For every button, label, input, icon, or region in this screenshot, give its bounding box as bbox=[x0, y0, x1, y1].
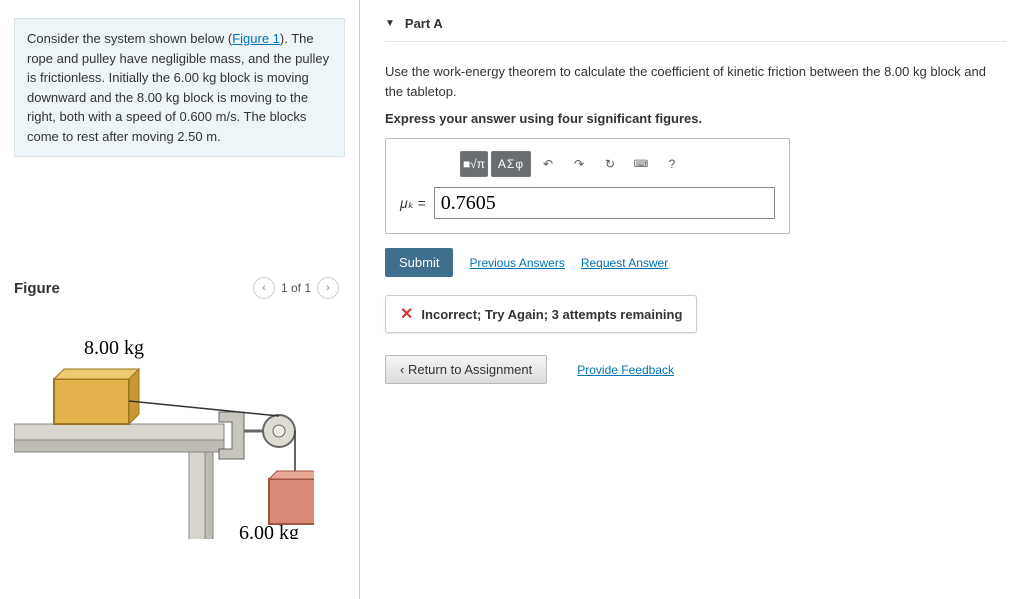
previous-answers-link[interactable]: Previous Answers bbox=[469, 256, 564, 270]
part-label: Part A bbox=[405, 16, 443, 31]
toolbar-greek-button[interactable]: ΑΣφ bbox=[491, 151, 531, 177]
figure-pager-text: 1 of 1 bbox=[281, 281, 311, 295]
toolbar-templates-button[interactable]: ■√π bbox=[460, 151, 488, 177]
answer-input[interactable] bbox=[434, 187, 775, 219]
problem-text-after: ). The rope and pulley have negligible m… bbox=[27, 31, 329, 144]
answer-variable-label: μₖ = bbox=[400, 195, 426, 212]
toolbar-keyboard-button[interactable]: ⌨ bbox=[627, 151, 655, 177]
answer-box: ■√π ΑΣφ ↶ ↷ ↻ ⌨ ? μₖ = bbox=[385, 138, 790, 234]
toolbar-reset-button[interactable]: ↻ bbox=[596, 151, 624, 177]
part-collapse-caret[interactable]: ▼ bbox=[385, 18, 395, 29]
problem-statement: Consider the system shown below (Figure … bbox=[14, 18, 345, 157]
figure-link[interactable]: Figure 1 bbox=[232, 31, 280, 46]
figure-prev-button[interactable]: ‹ bbox=[253, 277, 275, 299]
toolbar-help-button[interactable]: ? bbox=[658, 151, 686, 177]
feedback-box: ✕ Incorrect; Try Again; 3 attempts remai… bbox=[385, 295, 697, 333]
return-label: Return to Assignment bbox=[408, 362, 532, 377]
instruction-text: Express your answer using four significa… bbox=[385, 111, 1006, 126]
figure-next-button[interactable]: › bbox=[317, 277, 339, 299]
problem-text-before: Consider the system shown below ( bbox=[27, 31, 232, 46]
mass-top-label: 8.00 kg bbox=[84, 337, 144, 359]
mass-hanging-label: 6.00 kg bbox=[239, 522, 299, 539]
feedback-message: Incorrect; Try Again; 3 attempts remaini… bbox=[421, 307, 682, 322]
provide-feedback-link[interactable]: Provide Feedback bbox=[577, 363, 674, 377]
return-to-assignment-button[interactable]: ‹ Return to Assignment bbox=[385, 355, 547, 384]
submit-button[interactable]: Submit bbox=[385, 248, 453, 277]
figure-title: Figure bbox=[14, 280, 60, 297]
incorrect-icon: ✕ bbox=[400, 304, 413, 324]
request-answer-link[interactable]: Request Answer bbox=[581, 256, 668, 270]
question-text: Use the work-energy theorem to calculate… bbox=[385, 62, 1006, 101]
toolbar-undo-button[interactable]: ↶ bbox=[534, 151, 562, 177]
figure-diagram: 8.00 kg 6.00 kg bbox=[14, 309, 345, 542]
toolbar-redo-button[interactable]: ↷ bbox=[565, 151, 593, 177]
